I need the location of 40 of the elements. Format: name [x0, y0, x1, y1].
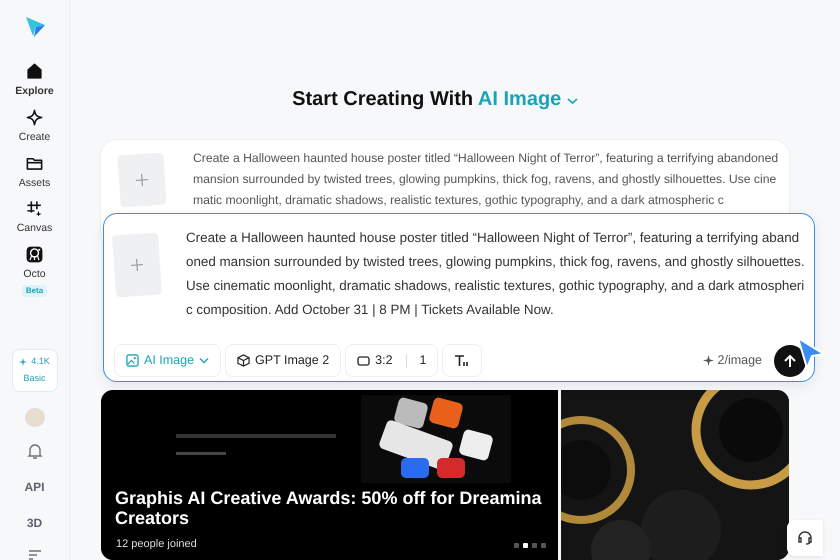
rectangle-icon	[357, 356, 370, 366]
cost-label: 2/image	[718, 352, 762, 370]
page-title: Start Creating With	[292, 88, 474, 110]
joined-count: 12 people joined	[116, 537, 197, 552]
sparkle-icon	[19, 358, 28, 366]
nav-item[interactable]: Create	[4, 108, 64, 146]
nav-item[interactable]: Octo Beta	[4, 245, 64, 297]
nav-link[interactable]: API	[24, 478, 44, 496]
model-selector[interactable]: GPT Image 2	[225, 344, 342, 377]
cube-icon	[237, 354, 250, 367]
image-icon	[126, 354, 139, 367]
headset-icon	[797, 530, 813, 546]
grid-icon	[25, 199, 44, 218]
beta-badge: Beta	[22, 284, 48, 297]
prompt-input[interactable]: Create a Halloween haunted house poster titled “Halloween Night of Terror”, featuring a terrifying abandoned mansion surrounded by twisted trees, glowing pumpkins, thick fog, ravens, and ghostly silhouettes. Use cinematic moonlight, dramatic shadows, realistic textures, gothic typography, and a dark atmospheric composition. Add October 31 | 8 PM | Tickets Available Now.	[186, 226, 806, 334]
plan-label: Basic	[23, 372, 46, 386]
credits-amount: 4.1K	[31, 354, 50, 368]
send-button[interactable]	[774, 344, 806, 376]
nav-link[interactable]: 3D	[26, 514, 42, 532]
prompt-text: Create a Halloween haunted house poster titled “Halloween Night of Terror”, featuring a terrifying abandoned mansion surrounded by twisted trees, glowing pumpkins, thick fog, ravens, and ghostly silhouettes. Use cinematic moonlight, dramatic shadows, realistic textures, gothic typography, and a dark atmospheric c	[193, 150, 779, 209]
plus-icon	[130, 258, 144, 272]
banner-title: Graphis AI Creative Awards: 50% off for Dreamina Creators	[115, 488, 543, 528]
text-style-button[interactable]	[442, 344, 482, 377]
plus-icon	[136, 174, 148, 186]
ratio-selector[interactable]: 3:2 1	[345, 344, 438, 377]
sparkle-icon	[702, 355, 714, 366]
bell-icon[interactable]	[26, 443, 42, 460]
menu-icon[interactable]	[28, 550, 42, 560]
nav-item[interactable]: Canvas	[4, 199, 64, 237]
text-icon	[454, 354, 470, 368]
octopus-icon	[25, 245, 44, 264]
nav-item[interactable]: Assets	[4, 154, 64, 192]
sparkle-icon	[25, 108, 44, 127]
nav-item[interactable]: Explore	[4, 62, 64, 100]
home-icon	[25, 62, 44, 81]
logo-icon	[24, 16, 46, 38]
caret-icon	[566, 97, 578, 105]
caret-icon	[199, 357, 210, 364]
support-button[interactable]	[787, 520, 823, 556]
arrow-up-icon	[783, 354, 797, 368]
